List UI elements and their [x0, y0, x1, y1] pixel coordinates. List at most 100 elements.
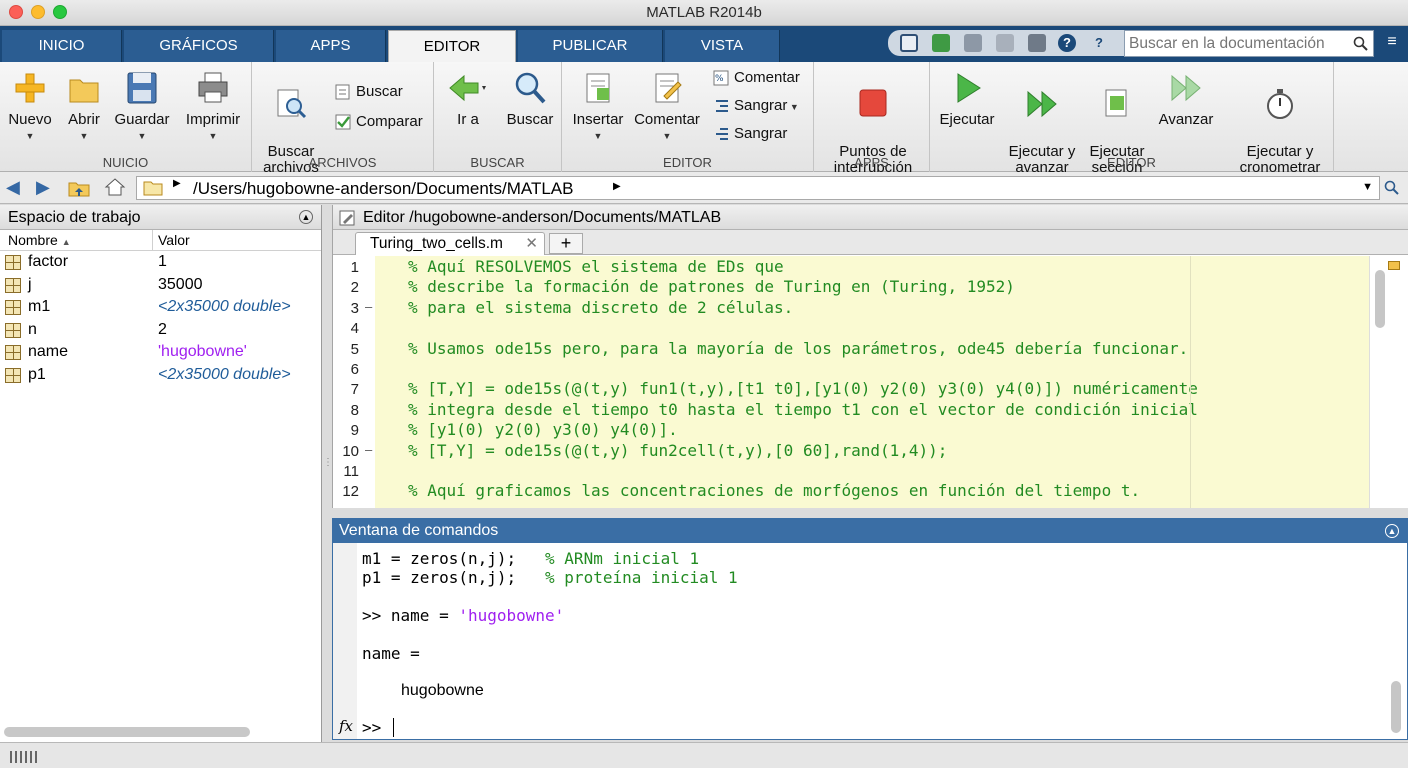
title-bar: MATLAB R2014b	[0, 0, 1408, 26]
plus-icon	[15, 73, 45, 103]
column-value-header[interactable]: Valor	[158, 230, 190, 251]
tab-graficos[interactable]: GRÁFICOS	[124, 30, 274, 62]
variable-value: <2x35000 double>	[158, 298, 291, 315]
breakpoint-marker[interactable]: –	[365, 299, 372, 314]
save-button[interactable]: Guardar ▼	[112, 70, 172, 144]
window-title: MATLAB R2014b	[646, 4, 762, 21]
print-button[interactable]: Imprimir ▼	[178, 70, 248, 144]
panel-actions-icon[interactable]: ▲	[1385, 524, 1399, 538]
path-dropdown-icon[interactable]: ▼	[1362, 181, 1373, 193]
run-button[interactable]: Ejecutar	[936, 70, 998, 128]
workspace-variable-row[interactable]: p1 <2x35000 double>	[0, 364, 321, 387]
community-icon[interactable]: ?	[1090, 34, 1108, 52]
workspace-title: Espacio de trabajo	[8, 209, 141, 226]
comment-lines-icon: %	[713, 70, 729, 86]
open-button[interactable]: Abrir ▼	[60, 70, 108, 144]
command-prompt[interactable]: >>	[362, 718, 404, 737]
stopwatch-icon	[1267, 89, 1293, 119]
variable-icon	[5, 255, 21, 270]
cut-icon[interactable]	[964, 34, 982, 52]
help-icon[interactable]: ?	[1058, 34, 1076, 52]
line-number: 11	[343, 463, 359, 480]
new-tab-button[interactable]: +	[549, 233, 583, 254]
smart-indent-button[interactable]: Sangrar	[712, 124, 787, 144]
function-browser-icon[interactable]: fx	[339, 717, 353, 735]
group-label-archivos: ARCHIVOS	[308, 155, 377, 170]
workspace-variable-row[interactable]: factor 1	[0, 251, 321, 274]
close-tab-icon[interactable]: ✕	[525, 233, 538, 255]
go-to-button[interactable]: Ir a	[440, 70, 496, 128]
group-label-nuevo: NUICIO	[102, 155, 149, 170]
workspace-variable-row[interactable]: j 35000	[0, 274, 321, 297]
code-line: % [T,Y] = ode15s(@(t,y) fun1(t,y),[t1 t0…	[408, 379, 1198, 399]
code-line: % Usamos ode15s pero, para la mayoría de…	[408, 338, 1189, 358]
comment-button[interactable]: Comentar ▼	[632, 70, 702, 144]
documentation-search-input[interactable]	[1129, 33, 1349, 55]
tab-editor[interactable]: EDITOR	[388, 30, 516, 63]
insert-button[interactable]: Insertar ▼	[566, 70, 630, 144]
paste-icon[interactable]	[1028, 34, 1046, 52]
advance-button[interactable]: Avanzar	[1154, 70, 1218, 128]
command-window-title: Ventana de comandos	[339, 522, 499, 539]
indent-button[interactable]: Sangrar ▼	[712, 96, 799, 116]
copy-icon[interactable]	[996, 34, 1014, 52]
editor-tab-file[interactable]: Turing_two_cells.m ✕	[355, 232, 545, 255]
comment-small-button[interactable]: % Comentar	[712, 68, 800, 88]
editor-scrollbar-thumb[interactable]	[1375, 270, 1385, 328]
variable-icon	[5, 345, 21, 360]
code-line: % Aquí graficamos las concentraciones de…	[408, 481, 1141, 501]
documentation-search[interactable]	[1124, 30, 1374, 57]
home-icon[interactable]	[104, 177, 126, 197]
find-icon	[335, 84, 350, 100]
tab-apps[interactable]: APPS	[276, 30, 386, 62]
minimize-toolstrip-icon[interactable]: ≡	[1382, 33, 1402, 53]
column-name-header[interactable]: Nombre ▲	[8, 230, 71, 253]
tab-vista[interactable]: VISTA	[665, 30, 780, 62]
search-icon[interactable]	[1353, 36, 1369, 52]
group-label-apps: APPS	[854, 155, 889, 170]
folder-icon	[143, 181, 163, 196]
command-scrollbar-thumb[interactable]	[1391, 681, 1401, 733]
forward-arrow-icon[interactable]: ▶	[36, 178, 50, 196]
play-icon	[957, 73, 981, 103]
code-line: % para el sistema discreto de 2 células.	[408, 297, 794, 317]
workspace-variable-row[interactable]: n2	[0, 319, 321, 342]
code-line: % integra desde el tiempo t0 hasta el ti…	[408, 399, 1198, 419]
new-button[interactable]: Nuevo ▼	[6, 70, 54, 144]
path-separator-icon: ▶	[173, 178, 181, 189]
up-folder-icon[interactable]	[68, 179, 90, 197]
path-chevron-icon[interactable]: ▶	[613, 181, 621, 192]
tab-publicar[interactable]: PUBLICAR	[518, 30, 663, 62]
editor-pencil-icon	[339, 210, 355, 226]
search-folder-icon[interactable]	[1384, 180, 1400, 196]
tab-inicio[interactable]: INICIO	[2, 30, 122, 62]
group-apps: Puntos de interrupción APPS	[814, 62, 930, 176]
comment-icon	[655, 73, 682, 103]
search-button[interactable]: Buscar	[502, 70, 558, 128]
find-button[interactable]: Buscar	[334, 82, 403, 102]
line-number: 2	[350, 279, 359, 297]
variable-name: n	[28, 320, 37, 338]
workspace-variable-row[interactable]: m1 <2x35000 double>	[0, 296, 321, 319]
breakpoint-marker[interactable]: –	[365, 442, 372, 457]
editor-panel: Editor /hugobowne-anderson/Documents/MAT…	[332, 205, 1408, 508]
current-folder-field[interactable]: ▶ /Users/hugobowne-anderson/Documents/MA…	[136, 176, 1380, 200]
compare-button[interactable]: Comparar	[334, 112, 423, 132]
breakpoint-icon	[859, 89, 887, 117]
workspace-column-headers: Nombre ▲ Valor	[0, 230, 321, 251]
variable-name: p1	[28, 365, 46, 383]
workspace-scrollbar[interactable]	[4, 727, 250, 737]
code-line: % [T,Y] = ode15s(@(t,y) fun2cell(t,y),[0…	[408, 440, 948, 460]
code-analyzer-indicator-icon[interactable]	[1388, 261, 1400, 270]
group-editor: Insertar ▼ Comentar ▼ % Comentar Sangrar ▼ …	[562, 62, 814, 172]
run-section-icon	[1105, 89, 1127, 117]
save-icon[interactable]	[900, 34, 918, 52]
group-buscar: Ir a Buscar BUSCAR	[434, 62, 562, 172]
panel-actions-icon[interactable]: ▲	[299, 210, 313, 224]
panel-splitter-handle[interactable]: ⋮	[323, 458, 333, 480]
editor-tab-strip: Turing_two_cells.m ✕ +	[333, 230, 1408, 255]
save-all-icon[interactable]	[932, 34, 950, 52]
back-arrow-icon[interactable]: ◀	[6, 178, 20, 196]
code-area[interactable]: 1 % Aquí RESOLVEMOS el sistema de EDs que…	[333, 256, 1369, 508]
workspace-variable-row[interactable]: name 'hugobowne'	[0, 341, 321, 364]
